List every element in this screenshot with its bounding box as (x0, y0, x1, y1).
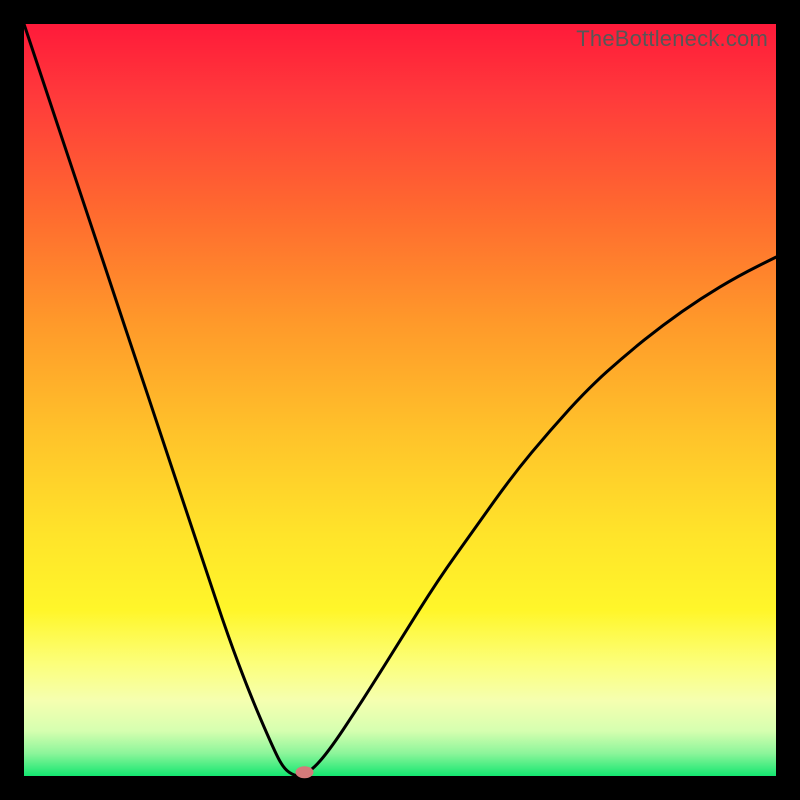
curve-layer (24, 24, 776, 776)
plot-area: TheBottleneck.com (24, 24, 776, 776)
chart-frame: TheBottleneck.com (0, 0, 800, 800)
optimum-marker (296, 766, 314, 778)
bottleneck-curve (24, 24, 776, 776)
